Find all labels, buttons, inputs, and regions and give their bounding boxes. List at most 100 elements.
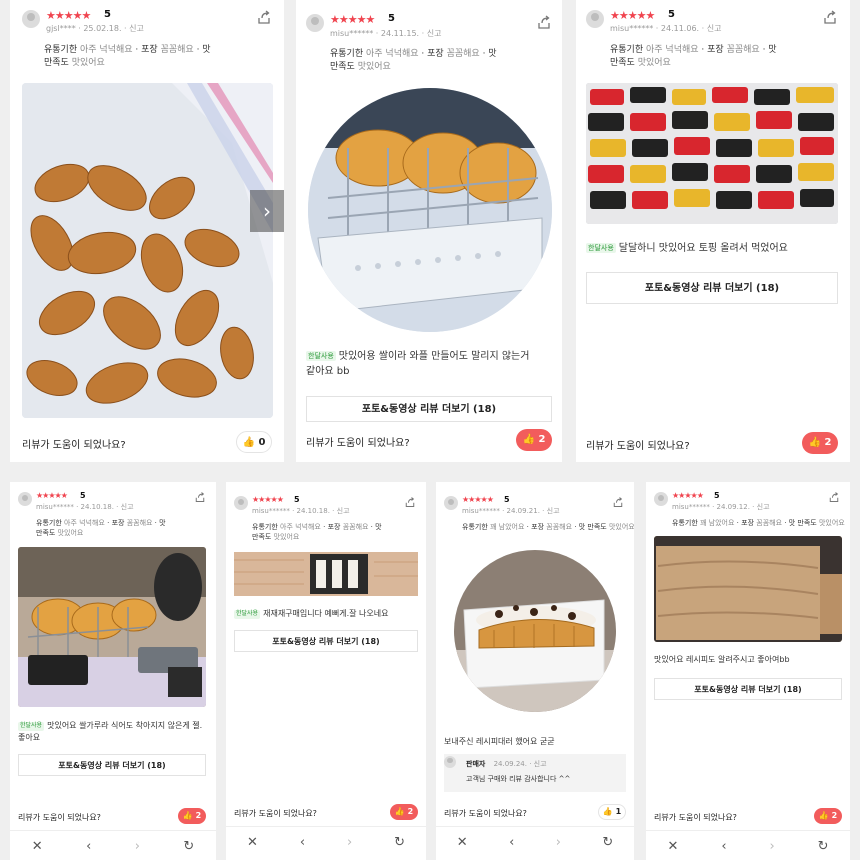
waffle-boxes-image bbox=[234, 552, 418, 596]
forward-icon[interactable]: › bbox=[769, 839, 774, 854]
share-icon[interactable] bbox=[822, 9, 838, 25]
reload-icon[interactable]: ↻ bbox=[818, 839, 829, 854]
review-text: 맛있어요 레시피도 알려주시고 좋아여bb bbox=[654, 654, 844, 666]
review-tags: 유통기한 아주 넉넉해요 · 포장 꼼꼼해요 · 맛 만족도 맛있어요 bbox=[44, 45, 211, 69]
topped-waffles-image bbox=[586, 83, 838, 224]
helpful-question: 리뷰가 도움이 되었나요? bbox=[444, 809, 527, 818]
forward-icon[interactable]: › bbox=[556, 835, 561, 850]
divider bbox=[436, 826, 634, 827]
user-id: misu****** bbox=[610, 24, 654, 33]
peanut-snack-image bbox=[22, 83, 273, 418]
tag-label: 포장 bbox=[141, 45, 158, 55]
reload-icon[interactable]: ↻ bbox=[183, 839, 194, 854]
review-photo[interactable] bbox=[18, 547, 206, 707]
helpful-vote-button[interactable]: 👍 1 bbox=[598, 804, 626, 820]
report-link[interactable]: 신고 bbox=[121, 503, 134, 511]
close-icon[interactable]: ✕ bbox=[457, 835, 468, 850]
review-photo[interactable] bbox=[586, 83, 838, 224]
report-link[interactable]: 신고 bbox=[337, 507, 350, 515]
helpful-vote-button[interactable]: 👍 2 bbox=[814, 808, 842, 824]
helpful-vote-button[interactable]: 👍 2 bbox=[390, 804, 418, 820]
tag-value: 아주 넉넉해요 bbox=[64, 519, 105, 527]
tag-label: 포장 bbox=[111, 519, 125, 527]
review-photo[interactable] bbox=[234, 552, 418, 596]
avatar bbox=[586, 10, 604, 28]
user-id: gjsl**** bbox=[46, 24, 76, 33]
thumbs-up-icon: 👍 bbox=[808, 437, 821, 448]
report-link[interactable]: 신고 bbox=[757, 503, 770, 511]
review-photo[interactable] bbox=[454, 550, 616, 712]
user-id: misu****** bbox=[36, 503, 74, 511]
reload-icon[interactable]: ↻ bbox=[394, 835, 405, 850]
share-icon[interactable] bbox=[194, 491, 206, 503]
user-id: misu****** bbox=[462, 507, 500, 515]
helpful-vote-button[interactable]: 👍 2 bbox=[516, 429, 552, 451]
review-meta: misu****** · 24.11.15. · 신고 bbox=[330, 29, 442, 38]
share-icon[interactable] bbox=[404, 496, 416, 508]
vote-count: 2 bbox=[538, 434, 546, 445]
close-icon[interactable]: ✕ bbox=[247, 835, 258, 850]
tag-value: 아주 넉넉해요 bbox=[80, 45, 133, 55]
tag-value: 맛있어요 bbox=[57, 529, 84, 538]
helpful-vote-button[interactable]: 👍 2 bbox=[802, 432, 838, 454]
vote-count: 1 bbox=[615, 807, 622, 816]
helpful-vote-button[interactable]: 👍 0 bbox=[236, 431, 272, 453]
back-icon[interactable]: ‹ bbox=[86, 839, 91, 854]
tag-label: 유통기한 bbox=[672, 519, 698, 527]
tag-label: 유통기한 bbox=[36, 519, 62, 527]
forward-icon[interactable]: › bbox=[347, 835, 352, 850]
avatar bbox=[306, 14, 324, 32]
report-link[interactable]: 신고 bbox=[707, 24, 722, 33]
review-body: 재재재구매입니다 예뻐게.잘 나오네요 bbox=[263, 609, 389, 618]
reply-date: 24.09.24. bbox=[493, 760, 527, 768]
tag-label: 만족도 bbox=[587, 523, 607, 531]
review-card-4: ★★★★★ 5 misu****** · 24.10.18. · 신고 유통기한… bbox=[10, 482, 216, 860]
back-icon[interactable]: ‹ bbox=[721, 839, 726, 854]
review-photo[interactable] bbox=[22, 83, 273, 418]
user-id: misu****** bbox=[252, 507, 290, 515]
back-icon[interactable]: ‹ bbox=[509, 835, 514, 850]
rating-stars: ★★★★★ bbox=[36, 491, 68, 500]
helpful-vote-button[interactable]: 👍 2 bbox=[178, 808, 206, 824]
thumbs-up-icon: 👍 bbox=[818, 811, 829, 820]
more-reviews-button[interactable]: 포토&동영상 리뷰 더보기 (18) bbox=[586, 272, 838, 304]
report-link[interactable]: 신고 bbox=[534, 760, 547, 768]
close-icon[interactable]: ✕ bbox=[32, 839, 43, 854]
share-icon[interactable] bbox=[256, 9, 272, 25]
tag-label: 맛 bbox=[375, 523, 382, 531]
waffle-maker-image bbox=[18, 547, 206, 707]
avatar bbox=[444, 496, 458, 510]
report-link[interactable]: 신고 bbox=[547, 507, 560, 515]
helpful-question: 리뷰가 도움이 되었나요? bbox=[654, 813, 737, 822]
tag-value: 아주 넉넉해요 bbox=[646, 45, 699, 55]
review-photo[interactable] bbox=[308, 88, 552, 332]
reload-icon[interactable]: ↻ bbox=[602, 835, 613, 850]
tag-value: 아주 넉넉해요 bbox=[366, 49, 419, 59]
tag-value: 맛있어요 bbox=[608, 523, 634, 531]
share-icon[interactable] bbox=[828, 491, 840, 503]
review-card-6: ★★★★★ 5 misu****** · 24.09.21. · 신고 유통기한… bbox=[436, 482, 634, 860]
tag-label: 포장 bbox=[741, 519, 755, 527]
thumbs-up-icon: 👍 bbox=[522, 434, 535, 445]
more-reviews-button[interactable]: 포토&동영상 리뷰 더보기 (18) bbox=[18, 754, 206, 776]
review-photo[interactable] bbox=[654, 536, 842, 642]
close-icon[interactable]: ✕ bbox=[667, 839, 678, 854]
review-date: 24.10.18. bbox=[80, 503, 114, 511]
next-photo-button[interactable]: › bbox=[250, 190, 284, 232]
share-icon[interactable] bbox=[536, 14, 552, 30]
browser-nav-bar: ✕ ‹ › ↻ bbox=[436, 832, 634, 852]
thumbs-up-icon: 👍 bbox=[182, 811, 193, 820]
report-link[interactable]: 신고 bbox=[427, 29, 442, 38]
more-reviews-button[interactable]: 포토&동영상 리뷰 더보기 (18) bbox=[306, 396, 552, 422]
forward-icon[interactable]: › bbox=[135, 839, 140, 854]
back-icon[interactable]: ‹ bbox=[300, 835, 305, 850]
report-link[interactable]: 신고 bbox=[129, 24, 144, 33]
share-icon[interactable] bbox=[612, 496, 624, 508]
rating-score: 5 bbox=[714, 491, 720, 500]
tag-value: 맛있어요 bbox=[357, 62, 391, 73]
more-reviews-button[interactable]: 포토&동영상 리뷰 더보기 (18) bbox=[654, 678, 842, 700]
rating-stars: ★★★★★ bbox=[672, 491, 704, 500]
tag-label: 맛 bbox=[488, 49, 497, 59]
more-reviews-button[interactable]: 포토&동영상 리뷰 더보기 (18) bbox=[234, 630, 418, 652]
reply-author: 판매자 bbox=[466, 760, 486, 768]
